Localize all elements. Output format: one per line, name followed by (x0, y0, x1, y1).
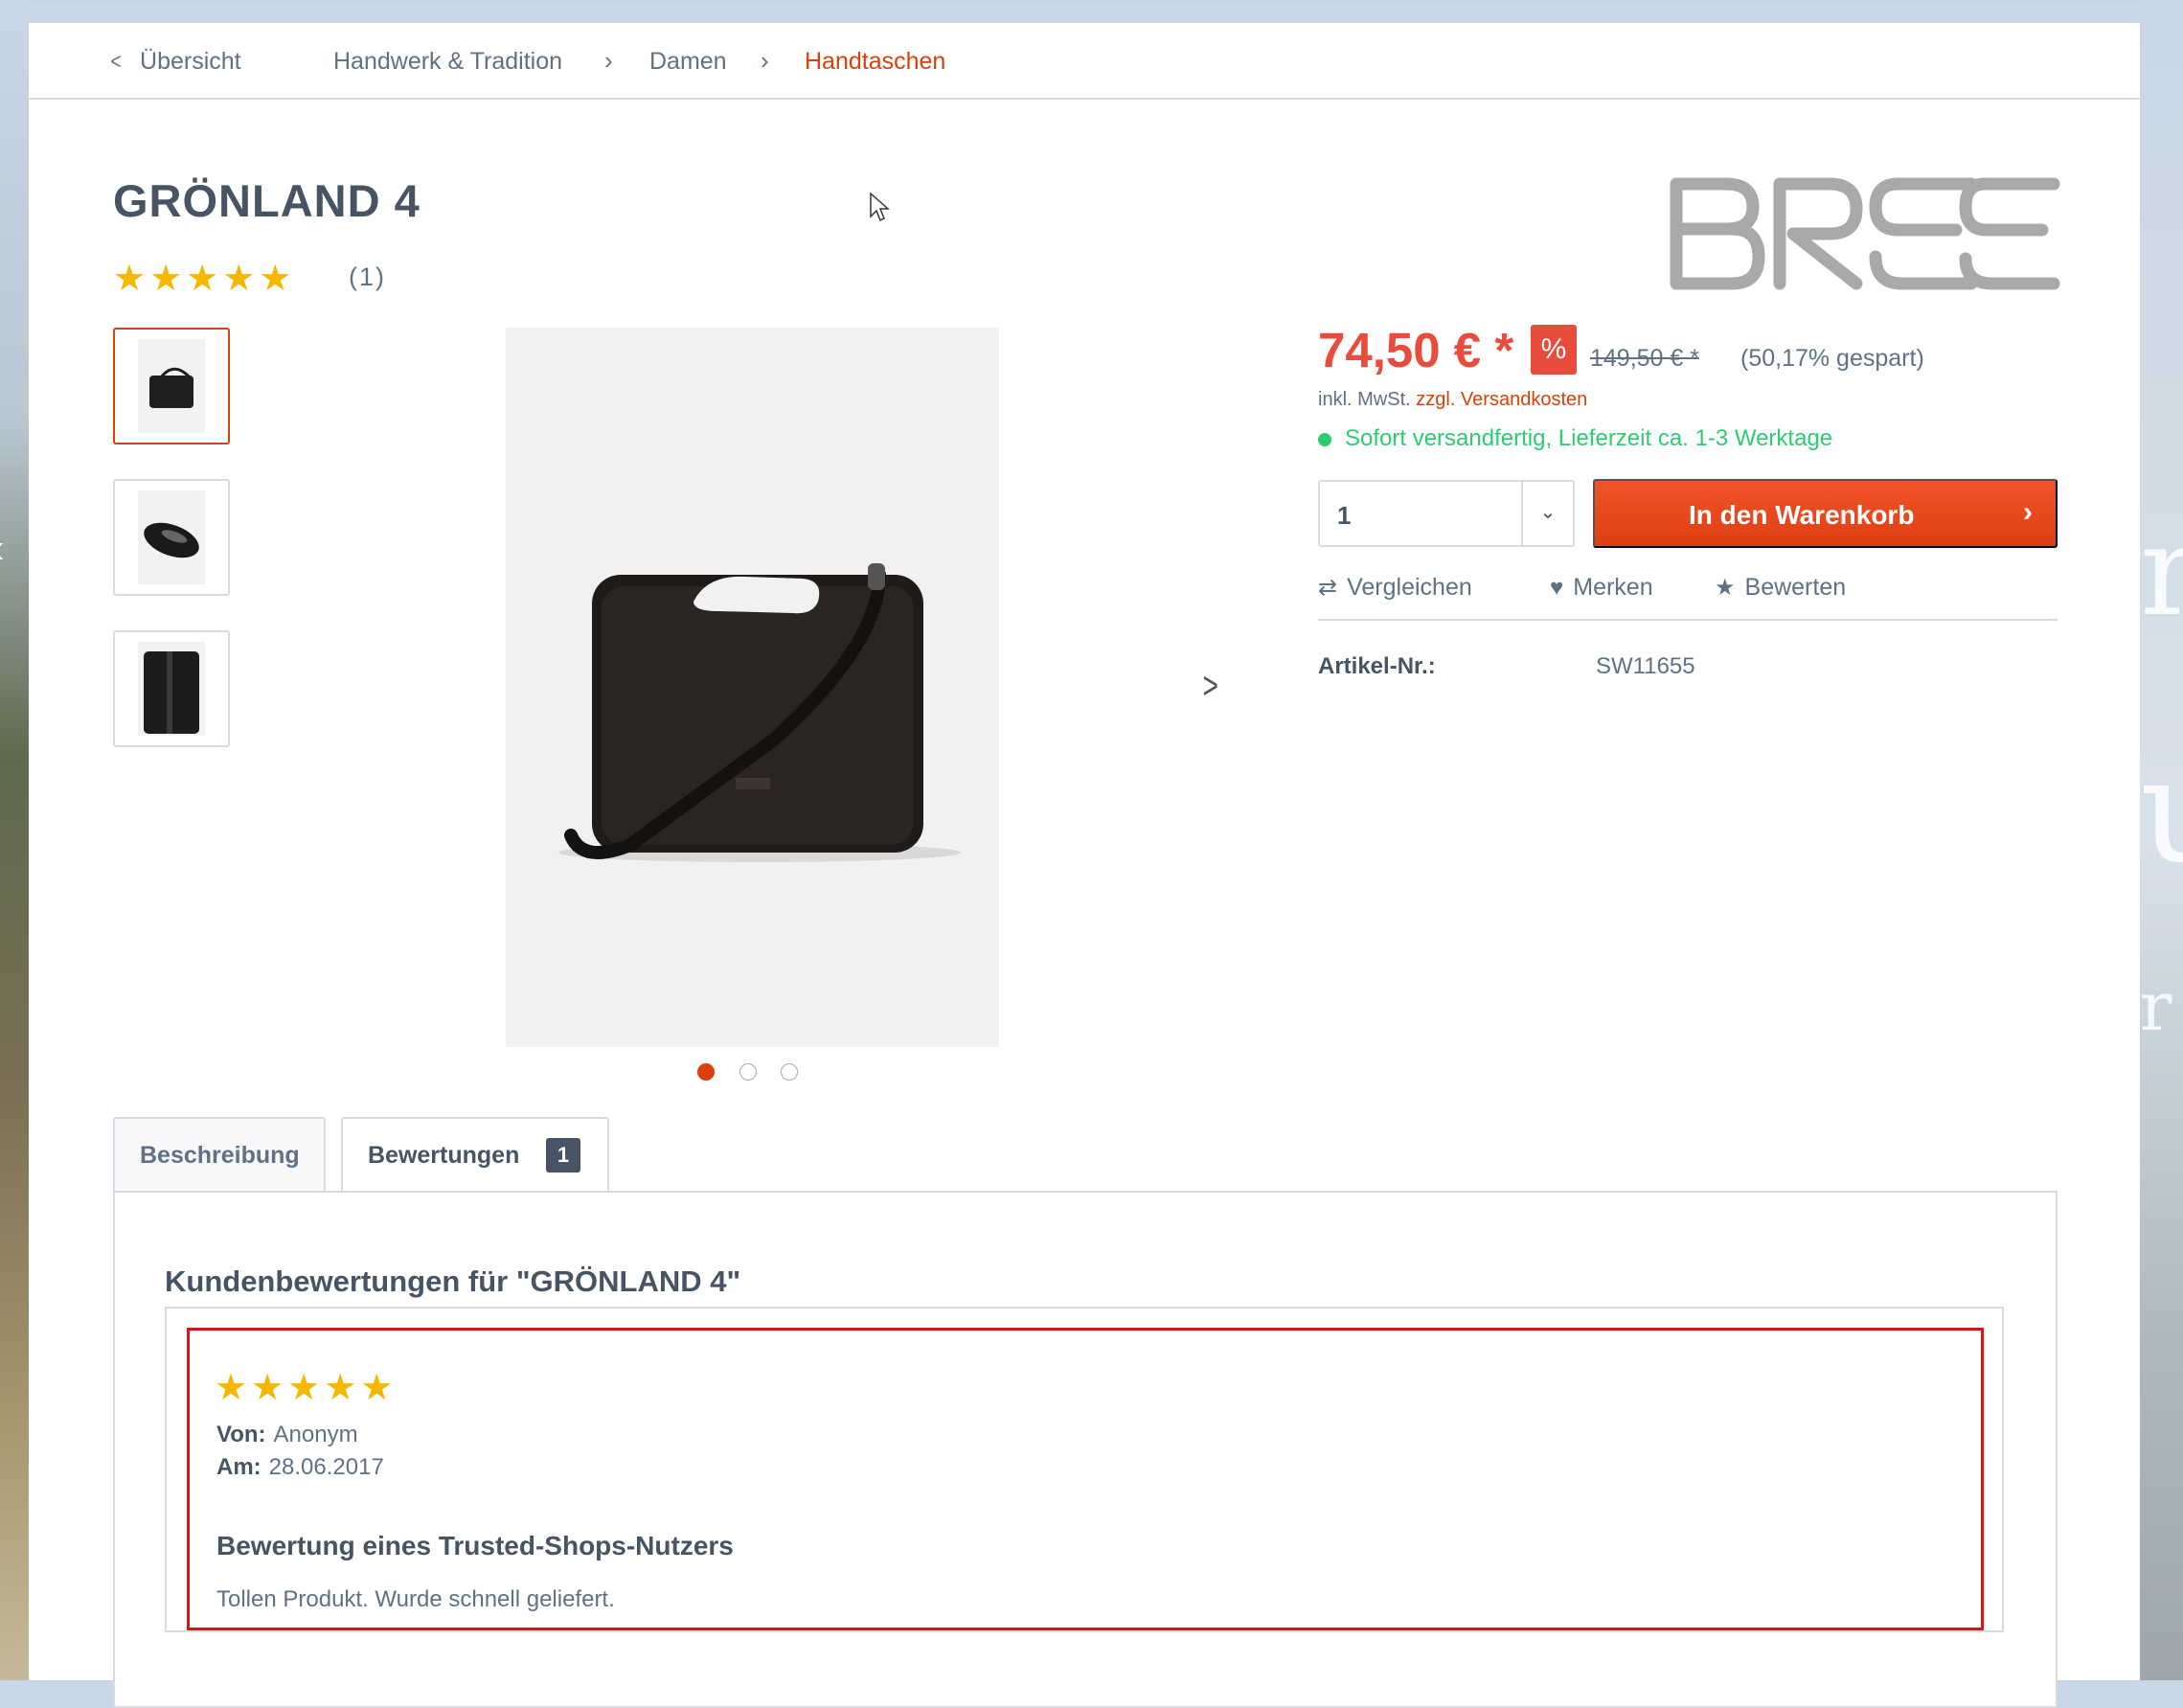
reviews-count-badge: 1 (546, 1138, 580, 1173)
add-to-cart-label: In den Warenkorb (1689, 500, 1915, 530)
product-title: GRÖNLAND 4 (113, 175, 421, 226)
thumbnail-image (138, 490, 205, 584)
product-rating-stars[interactable]: ★★★★★ (113, 257, 295, 300)
chevron-right-icon: › (2023, 496, 2033, 528)
in-stock-dot-icon (1318, 432, 1331, 446)
thumbnail-2[interactable] (113, 479, 230, 596)
mouse-cursor-icon (870, 192, 890, 222)
rating-count[interactable]: (1) (349, 262, 386, 292)
chevron-left-icon: < (110, 49, 122, 75)
tax-info: inkl. MwSt. zzgl. Versandkosten (1318, 389, 1587, 411)
slider-dot-2[interactable] (739, 1063, 757, 1081)
review-item (187, 1328, 1984, 1630)
handbag-image (558, 563, 961, 862)
delivery-status: Sofort versandfertig, Lieferzeit ca. 1-3… (1318, 425, 1832, 452)
delivery-text: Sofort versandfertig, Lieferzeit ca. 1-3… (1345, 425, 1833, 451)
divider (1318, 619, 2058, 621)
background-right-strip: r u r (2140, 0, 2183, 1680)
bag-side-thumbnail-icon (144, 651, 199, 734)
breadcrumb-item-handtaschen[interactable]: Handtaschen (805, 48, 945, 76)
thumbnail-1[interactable] (113, 328, 230, 444)
sku-value: SW11655 (1596, 653, 1695, 679)
bag-top-thumbnail-icon (144, 522, 199, 558)
shipping-costs-link[interactable]: zzgl. Versandkosten (1416, 389, 1587, 410)
compare-link[interactable]: ⇄ Vergleichen (1318, 574, 1472, 602)
brand-logo[interactable] (1669, 176, 2061, 291)
saved-percentage: (50,17% gespart) (1740, 345, 1924, 372)
outer-prev-arrow-icon: ‹ (0, 525, 5, 573)
breadcrumb: < Übersicht Handwerk & Tradition › Damen … (29, 23, 2140, 100)
review-title: Bewertung eines Trusted-Shops-Nutzers (216, 1531, 734, 1560)
compare-arrows-icon: ⇄ (1318, 575, 1338, 601)
star-icon: ★ (1715, 575, 1736, 601)
heart-icon: ♥ (1550, 575, 1564, 601)
tax-label: inkl. MwSt. (1318, 389, 1411, 410)
quantity-value: 1 (1337, 501, 1352, 530)
add-to-cart-button[interactable]: In den Warenkorb › (1593, 479, 2058, 548)
thumbnail-image (138, 339, 205, 433)
breadcrumb-item-damen[interactable]: Damen (649, 48, 727, 76)
chevron-right-icon: › (604, 46, 613, 75)
chevron-right-icon: › (761, 46, 769, 75)
product-page: < Übersicht Handwerk & Tradition › Damen … (29, 23, 2140, 1708)
image-next-arrow-icon[interactable]: > (1203, 665, 1218, 708)
reviews-heading: Kundenbewertungen für "GRÖNLAND 4" (165, 1264, 741, 1298)
product-price: 74,50 € * (1318, 323, 1514, 377)
breadcrumb-back-link[interactable]: < Übersicht (109, 48, 240, 76)
quantity-select[interactable]: 1 ⌄ (1318, 480, 1575, 547)
thumbnail-3[interactable] (113, 630, 230, 747)
thumbnail-image (138, 642, 205, 736)
slider-dot-3[interactable] (781, 1063, 798, 1081)
slider-dot-1[interactable] (697, 1063, 715, 1081)
review-date: Am: 28.06.2017 (216, 1454, 384, 1480)
main-product-image[interactable] (506, 328, 999, 1047)
review-rating-stars: ★★★★★ (215, 1368, 398, 1408)
background-left-strip: ‹ (0, 0, 31, 1680)
breadcrumb-item-handwerk[interactable]: Handwerk & Tradition (333, 48, 562, 76)
wishlist-link[interactable]: ♥ Merken (1550, 574, 1653, 602)
tab-reviews[interactable]: Bewertungen 1 (341, 1117, 609, 1194)
chevron-down-icon: ⌄ (1521, 482, 1573, 545)
sku-label: Artikel-Nr.: (1318, 653, 1436, 679)
rate-link[interactable]: ★ Bewerten (1715, 574, 1846, 602)
old-price: 149,50 € * (1590, 345, 1699, 372)
discount-badge: % (1531, 325, 1577, 375)
review-text: Tollen Produkt. Wurde schnell geliefert. (216, 1586, 615, 1612)
tab-description[interactable]: Beschreibung (113, 1117, 326, 1192)
bag-front-thumbnail-icon (149, 367, 193, 408)
review-author: Von: Anonym (216, 1422, 358, 1447)
